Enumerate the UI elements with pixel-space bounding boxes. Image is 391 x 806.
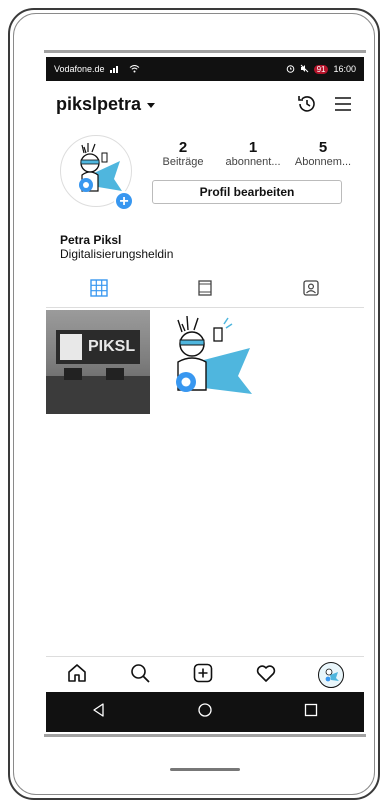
screen-top-edge <box>44 50 366 53</box>
edit-profile-button[interactable]: Profil bearbeiten <box>152 180 342 204</box>
add-story-icon[interactable]: + <box>114 191 134 211</box>
stat-value: 2 <box>178 139 188 156</box>
phone-screen: Vodafone.de 91 16:00 pikslpetra + 2 Beit… <box>46 57 364 732</box>
post-thumbnail[interactable] <box>152 310 256 414</box>
home-circle-icon[interactable] <box>197 702 213 723</box>
alarm-icon <box>286 64 295 75</box>
phone-speaker <box>170 768 240 771</box>
tab-feed[interactable] <box>152 278 258 303</box>
stat-following[interactable]: 5 Abonnem... <box>292 139 354 168</box>
profile-bio-text: Digitalisierungsheldin <box>60 247 174 261</box>
carrier-label: Vodafone.de <box>54 64 105 74</box>
android-navigation-bar <box>46 692 364 732</box>
stat-value: 5 <box>318 139 328 156</box>
search-icon[interactable] <box>129 662 151 689</box>
home-icon[interactable] <box>66 662 88 689</box>
stat-followers[interactable]: 1 abonnent... <box>222 139 284 168</box>
mute-icon <box>300 64 309 75</box>
posts-grid: PIKSL <box>46 308 364 414</box>
stat-posts[interactable]: 2 Beiträge <box>152 139 214 168</box>
profile-icon[interactable] <box>317 662 344 688</box>
grid-icon <box>89 278 109 303</box>
menu-icon[interactable] <box>332 93 354 115</box>
screen-bottom-edge <box>44 734 366 737</box>
empty-area <box>46 414 364 630</box>
tab-grid[interactable] <box>46 278 152 303</box>
stat-value: 1 <box>248 139 258 156</box>
bio: Petra Piksl Digitalisierungsheldin <box>46 227 364 273</box>
clock: 16:00 <box>333 64 356 74</box>
battery-indicator: 91 <box>313 64 329 74</box>
back-icon[interactable] <box>91 702 107 723</box>
profile-tabs <box>46 273 364 308</box>
recents-icon[interactable] <box>303 702 319 723</box>
profile-header: pikslpetra <box>46 81 364 127</box>
post-thumbnail[interactable]: PIKSL <box>46 310 150 414</box>
feed-icon <box>195 278 215 303</box>
stat-label: Beiträge <box>162 156 204 168</box>
signal-icon <box>109 64 124 75</box>
chevron-down-icon <box>147 102 156 108</box>
stat-label: Abonnem... <box>294 156 352 168</box>
profile-summary: + 2 Beiträge 1 abonnent... 5 Abonnem... … <box>46 127 364 227</box>
bottom-navigation <box>46 656 364 693</box>
profile-name: Petra Piksl <box>60 233 122 247</box>
history-icon[interactable] <box>296 93 318 115</box>
heart-icon[interactable] <box>255 662 277 689</box>
account-switcher[interactable]: pikslpetra <box>56 93 156 115</box>
stat-label: abonnent... <box>225 156 281 168</box>
username-label: pikslpetra <box>56 93 142 114</box>
tagged-icon <box>301 278 321 303</box>
office-sign: PIKSL <box>56 330 140 364</box>
status-bar: Vodafone.de 91 16:00 <box>46 57 364 81</box>
add-icon[interactable] <box>192 662 214 689</box>
office-sign-text: PIKSL <box>88 338 136 355</box>
tab-tagged[interactable] <box>258 278 364 303</box>
wifi-icon <box>129 64 140 75</box>
